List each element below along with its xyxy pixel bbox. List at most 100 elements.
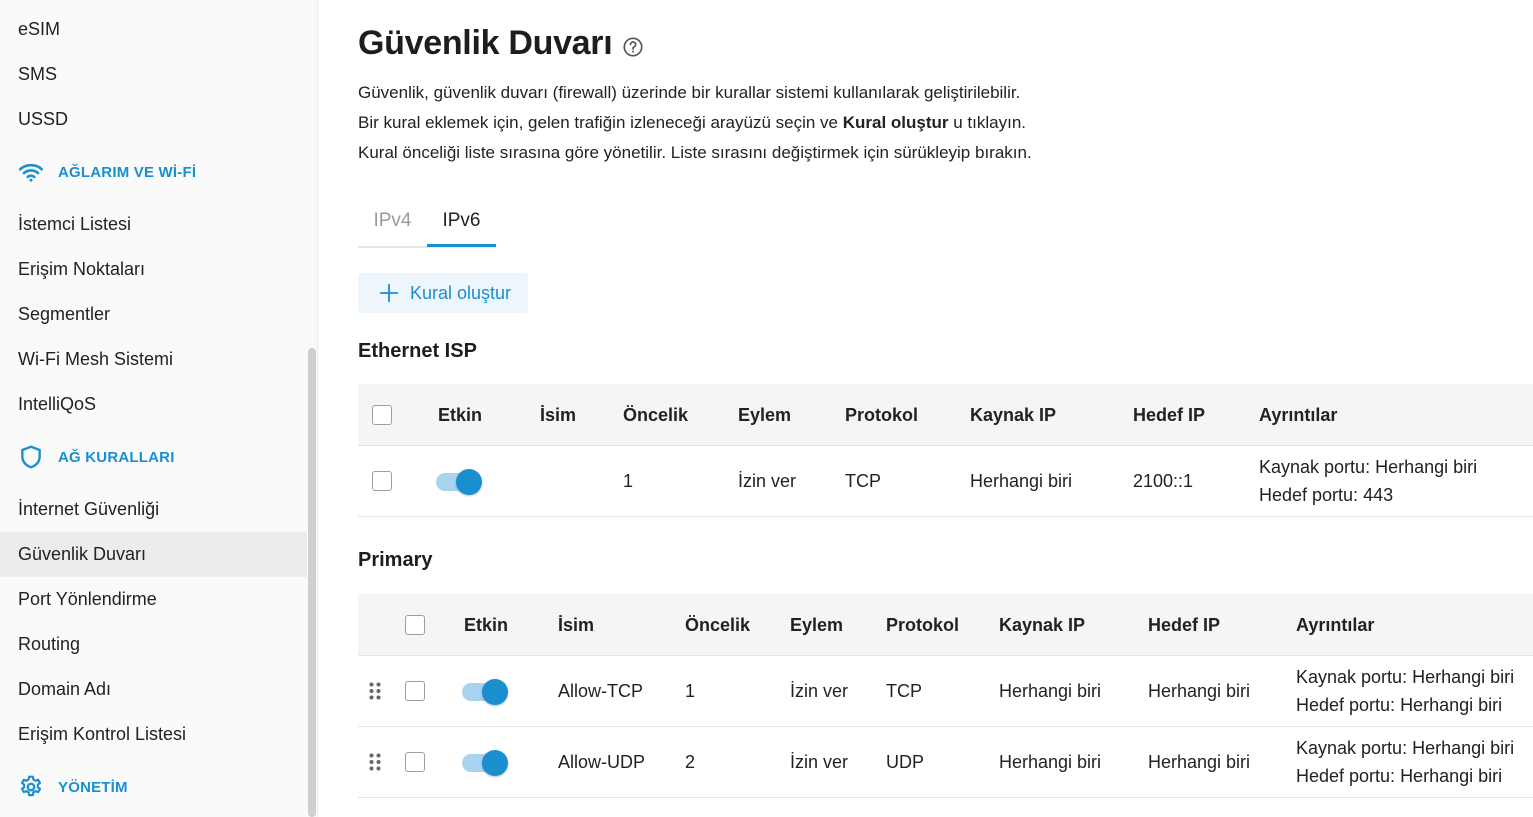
row-source-ip: Herhangi biri bbox=[999, 751, 1102, 772]
table-row[interactable]: 1 İzin ver TCP Herhangi biri 2100::1 Kay… bbox=[358, 446, 1533, 517]
toggle-knob bbox=[456, 469, 482, 495]
header-cell-action: Eylem bbox=[738, 404, 792, 425]
enabled-toggle[interactable] bbox=[462, 679, 508, 705]
active-tab-indicator bbox=[427, 244, 496, 247]
description-line-1: Güvenlik, güvenlik duvarı (firewall) üze… bbox=[358, 83, 1021, 102]
table-header: Etkin İsim Öncelik Eylem Protokol Kaynak… bbox=[358, 384, 1533, 446]
table-row[interactable]: Allow-TCP 1 İzin ver TCP Herhangi biri H… bbox=[358, 656, 1533, 727]
header-cell-protocol: Protokol bbox=[845, 404, 919, 425]
wifi-icon bbox=[18, 163, 44, 182]
sidebar-item-firewall[interactable]: Güvenlik Duvarı bbox=[0, 532, 307, 577]
sidebar-section-label: AĞLARIM VE Wİ-Fİ bbox=[58, 163, 197, 181]
row-protocol: UDP bbox=[886, 751, 925, 772]
header-cell-enabled: Etkin bbox=[464, 614, 509, 635]
sidebar-item-port-forwarding[interactable]: Port Yönlendirme bbox=[0, 577, 307, 622]
toggle-knob bbox=[482, 679, 508, 705]
tab-ipv4[interactable]: IPv4 bbox=[358, 200, 427, 248]
header-cell-source-ip: Kaynak IP bbox=[970, 404, 1057, 425]
table-header: Etkin İsim Öncelik Eylem Protokol Kaynak… bbox=[358, 594, 1533, 656]
sidebar-item-client-list[interactable]: İstemci Listesi bbox=[0, 202, 307, 247]
ethernet-rules-table: Etkin İsim Öncelik Eylem Protokol Kaynak… bbox=[358, 384, 1533, 517]
tab-ipv6[interactable]: IPv6 bbox=[427, 200, 496, 248]
select-all-checkbox[interactable] bbox=[405, 615, 425, 635]
help-icon[interactable] bbox=[622, 36, 644, 58]
row-checkbox[interactable] bbox=[405, 752, 425, 772]
sidebar-item-ussd[interactable]: USSD bbox=[0, 97, 307, 142]
sidebar-section-label: AĞ KURALLARI bbox=[58, 448, 175, 466]
sidebar-item-acl[interactable]: Erişim Kontrol Listesi bbox=[0, 712, 307, 757]
sidebar-section-admin[interactable]: YÖNETİM bbox=[18, 772, 128, 802]
plus-icon bbox=[379, 283, 399, 303]
enabled-toggle[interactable] bbox=[436, 469, 482, 495]
gear-icon bbox=[20, 775, 42, 797]
table-row[interactable]: Allow-UDP 2 İzin ver UDP Herhangi biri H… bbox=[358, 727, 1533, 798]
row-priority: 1 bbox=[685, 680, 696, 701]
sidebar-item-internet-security[interactable]: İnternet Güvenliği bbox=[0, 487, 307, 532]
row-select-cell bbox=[405, 656, 425, 726]
row-priority: 2 bbox=[685, 751, 696, 772]
ip-version-tabs: IPv4 IPv6 bbox=[358, 200, 496, 248]
row-dest-ip: Herhangi biri bbox=[1148, 680, 1251, 701]
header-cell-name: İsim bbox=[558, 614, 595, 635]
sidebar-item-wifi-mesh[interactable]: Wi-Fi Mesh Sistemi bbox=[0, 337, 307, 382]
detail-dest-port: Hedef portu: Herhangi biri bbox=[1296, 695, 1503, 715]
detail-source-port: Kaynak portu: Herhangi biri bbox=[1259, 457, 1478, 477]
sidebar: eSIM SMS USSD AĞLARIM VE Wİ-Fİ İstemci L… bbox=[0, 0, 318, 817]
create-rule-label: Kural oluştur bbox=[410, 282, 512, 303]
row-source-ip: Herhangi biri bbox=[999, 680, 1102, 701]
enabled-toggle[interactable] bbox=[462, 750, 508, 776]
sidebar-section-networks: AĞLARIM VE Wİ-Fİ bbox=[18, 157, 196, 187]
sidebar-scrollbar-thumb[interactable] bbox=[308, 348, 316, 817]
section-title-primary: Primary bbox=[358, 549, 433, 571]
header-cell-select bbox=[405, 594, 425, 656]
header-cell-priority: Öncelik bbox=[623, 404, 689, 425]
description-line-2: Bir kural eklemek için, gelen trafiğin i… bbox=[358, 113, 1026, 133]
header-cell-details: Ayrıntılar bbox=[1259, 404, 1338, 425]
header-cell-source-ip: Kaynak IP bbox=[999, 614, 1086, 635]
main-content: Güvenlik Duvarı Güvenlik, güvenlik duvar… bbox=[358, 0, 1533, 817]
row-checkbox[interactable] bbox=[372, 471, 392, 491]
page-title: Güvenlik Duvarı bbox=[358, 24, 613, 62]
row-drag-cell bbox=[368, 727, 382, 797]
drag-handle-icon[interactable] bbox=[368, 681, 382, 701]
row-select-cell bbox=[405, 727, 425, 797]
row-checkbox[interactable] bbox=[405, 681, 425, 701]
header-cell-dest-ip: Hedef IP bbox=[1148, 614, 1221, 635]
row-select-cell bbox=[372, 446, 392, 516]
description-text: u tıklayın. bbox=[948, 113, 1027, 132]
row-dest-ip: 2100::1 bbox=[1133, 470, 1194, 491]
header-cell-dest-ip: Hedef IP bbox=[1133, 404, 1206, 425]
header-cell-enabled: Etkin bbox=[438, 404, 483, 425]
row-name: Allow-TCP bbox=[558, 680, 644, 701]
create-rule-button[interactable]: Kural oluştur bbox=[358, 273, 528, 313]
sidebar-item-access-points[interactable]: Erişim Noktaları bbox=[0, 247, 307, 292]
sidebar-item-routing[interactable]: Routing bbox=[0, 622, 307, 667]
sidebar-item-segments[interactable]: Segmentler bbox=[0, 292, 307, 337]
row-action: İzin ver bbox=[790, 680, 849, 701]
row-priority: 1 bbox=[623, 470, 634, 491]
sidebar-item-sms[interactable]: SMS bbox=[0, 52, 307, 97]
toggle-knob bbox=[482, 750, 508, 776]
row-enabled-cell bbox=[462, 656, 508, 726]
header-cell-name: İsim bbox=[540, 404, 577, 425]
row-protocol: TCP bbox=[845, 470, 881, 491]
row-enabled-cell bbox=[462, 727, 508, 797]
row-drag-cell bbox=[368, 656, 382, 726]
select-all-checkbox[interactable] bbox=[372, 405, 392, 425]
header-cell-select bbox=[372, 384, 392, 446]
drag-handle-icon[interactable] bbox=[368, 752, 382, 772]
detail-dest-port: Hedef portu: Herhangi biri bbox=[1296, 766, 1503, 786]
row-details: Kaynak portu: Herhangi biri Hedef portu:… bbox=[1259, 446, 1477, 516]
section-title-ethernet-isp: Ethernet ISP bbox=[358, 340, 477, 362]
detail-source-port: Kaynak portu: Herhangi biri bbox=[1296, 738, 1515, 758]
sidebar-item-esim[interactable]: eSIM bbox=[0, 7, 307, 52]
primary-rules-table: Etkin İsim Öncelik Eylem Protokol Kaynak… bbox=[358, 594, 1533, 799]
description-text: Bir kural eklemek için, gelen trafiğin i… bbox=[358, 113, 843, 132]
sidebar-item-domain-name[interactable]: Domain Adı bbox=[0, 667, 307, 712]
sidebar-item-intelliqos[interactable]: IntelliQoS bbox=[0, 382, 307, 427]
shield-icon bbox=[21, 445, 41, 469]
header-cell-priority: Öncelik bbox=[685, 614, 751, 635]
sidebar-section-rules: AĞ KURALLARI bbox=[18, 442, 175, 472]
sidebar-scroll-area: eSIM SMS USSD AĞLARIM VE Wİ-Fİ İstemci L… bbox=[0, 0, 318, 817]
header-cell-protocol: Protokol bbox=[886, 614, 960, 635]
